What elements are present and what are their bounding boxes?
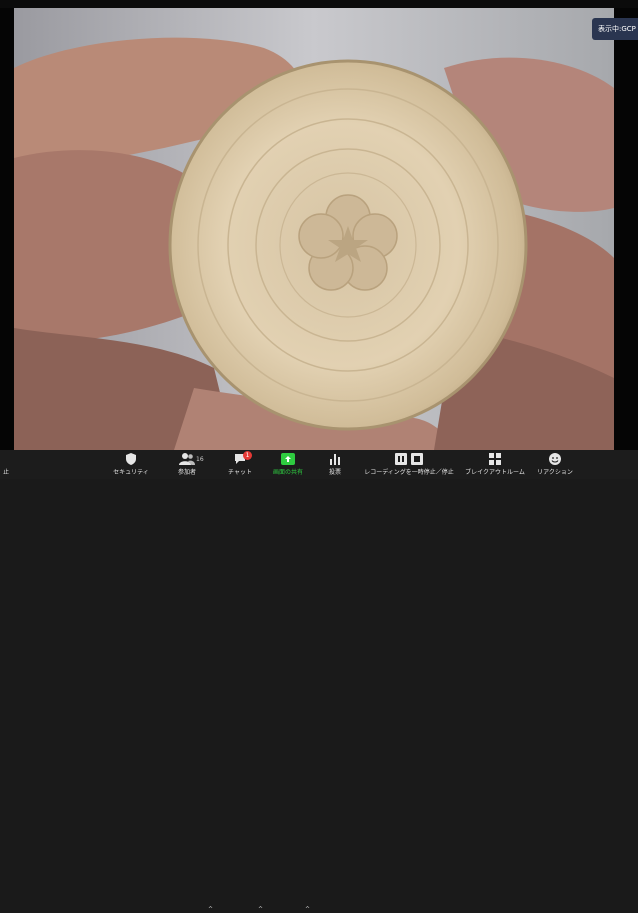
reactions-label: リアクション — [537, 469, 573, 476]
video-frame-image — [14, 8, 614, 450]
recording-label: レコーディングを一時停止／停止 — [364, 469, 454, 476]
video-feed — [14, 8, 614, 450]
participants-label: 参加者 — [177, 469, 196, 476]
shield-icon — [126, 453, 136, 465]
security-button[interactable]: セキュリティ — [108, 452, 154, 478]
right-frame — [614, 8, 638, 450]
toolbar-partial-item[interactable]: 止 — [0, 452, 12, 478]
left-frame — [0, 8, 14, 450]
share-chevron-icon[interactable]: ^ — [305, 906, 310, 913]
window-top-bar — [0, 0, 638, 8]
security-label: セキュリティ — [113, 469, 149, 476]
participants-chevron-icon[interactable]: ^ — [208, 906, 213, 913]
share-screen-button[interactable]: 画面の共有 — [268, 452, 308, 478]
chat-label: チャット — [228, 469, 252, 476]
pause-stop-icon — [395, 453, 423, 465]
share-screen-icon — [281, 453, 295, 465]
poll-button[interactable]: 投票 — [322, 452, 348, 478]
share-screen-label: 画面の共有 — [272, 469, 303, 476]
meeting-toolbar: 止 セキュリティ 16 参加者 ^ 1 チャット ^ 画面の共有 ^ 投票 レコ… — [0, 450, 638, 913]
reactions-button[interactable]: リアクション — [534, 452, 576, 478]
participants-icon — [179, 453, 195, 465]
poll-label: 投票 — [328, 469, 341, 476]
smiley-icon — [549, 453, 561, 465]
partial-label: 止 — [2, 469, 9, 476]
participants-count: 16 — [196, 456, 204, 463]
participants-button[interactable]: 16 参加者 — [170, 452, 204, 478]
chat-chevron-icon[interactable]: ^ — [258, 906, 263, 913]
breakout-rooms-label: ブレイクアウトルーム — [465, 469, 525, 476]
chat-button[interactable]: 1 チャット — [222, 451, 258, 478]
recording-controls[interactable]: レコーディングを一時停止／停止 — [362, 452, 456, 478]
breakout-rooms-button[interactable]: ブレイクアウトルーム — [460, 452, 530, 478]
breakout-rooms-icon — [489, 453, 501, 465]
screen-share-status-badge[interactable]: 表示中:GCP — [592, 18, 638, 40]
poll-icon — [330, 454, 340, 465]
chat-unread-badge: 1 — [243, 451, 252, 460]
